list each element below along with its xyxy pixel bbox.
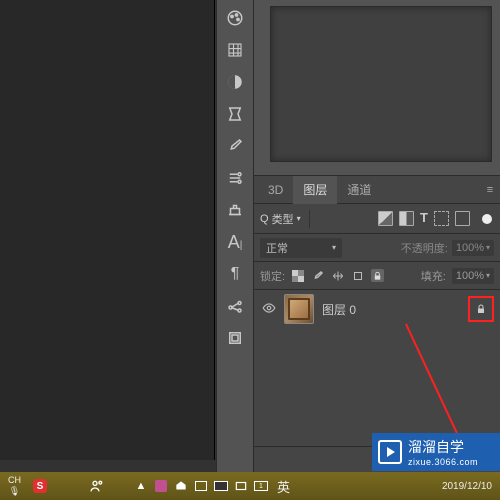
lock-position-icon[interactable] bbox=[331, 269, 344, 282]
filter-adjustment-icon[interactable] bbox=[399, 211, 414, 226]
lock-paint-icon[interactable] bbox=[311, 269, 324, 282]
play-icon bbox=[378, 440, 402, 464]
layers-list: 图层 0 bbox=[254, 290, 500, 446]
libraries-icon[interactable] bbox=[221, 324, 249, 352]
tray-icon-2[interactable] bbox=[153, 478, 169, 494]
opacity-label: 不透明度: bbox=[401, 240, 448, 256]
layer-name: 图层 0 bbox=[322, 301, 356, 318]
people-icon[interactable] bbox=[89, 478, 105, 494]
clone-icon[interactable] bbox=[221, 196, 249, 224]
opacity-value[interactable]: 100%▾ bbox=[452, 240, 494, 256]
brush-icon[interactable] bbox=[221, 132, 249, 160]
visibility-eye-icon[interactable] bbox=[262, 301, 276, 318]
watermark-title: 溜溜自学 bbox=[408, 437, 478, 457]
layer-lock-icon[interactable] bbox=[468, 296, 494, 322]
panel-tabs: 3D 图层 通道 ≡ bbox=[254, 176, 500, 204]
filter-toggle[interactable] bbox=[482, 214, 492, 224]
chevron-down-icon: ▾ bbox=[297, 214, 301, 223]
character-icon[interactable]: A| bbox=[221, 228, 249, 256]
ime-lang: CH bbox=[8, 476, 21, 485]
filter-icons: T bbox=[378, 211, 470, 226]
filter-pixel-icon[interactable] bbox=[378, 211, 393, 226]
tray-icon-6[interactable] bbox=[233, 478, 249, 494]
chevron-down-icon: ▾ bbox=[332, 243, 336, 252]
lock-all-icon[interactable] bbox=[371, 269, 384, 282]
filter-type-icon[interactable]: T bbox=[420, 211, 428, 226]
adjustments-icon[interactable] bbox=[221, 68, 249, 96]
canvas-area[interactable] bbox=[0, 0, 215, 460]
lock-label: 锁定: bbox=[260, 268, 285, 284]
watermark-sub: zixue.3066.com bbox=[408, 457, 478, 467]
lock-artboard-icon[interactable] bbox=[351, 269, 364, 282]
blend-row: 正常 ▾ 不透明度: 100%▾ bbox=[254, 234, 500, 262]
filter-search[interactable]: Q 类型 ▾ bbox=[260, 211, 301, 227]
watermark: 溜溜自学 zixue.3066.com bbox=[372, 433, 500, 471]
tab-3d[interactable]: 3D bbox=[258, 176, 293, 204]
tray-icon-7[interactable]: 1 bbox=[253, 478, 269, 494]
filter-shape-icon[interactable] bbox=[434, 211, 449, 226]
tray-icon-3[interactable] bbox=[173, 478, 189, 494]
lock-transparency-icon[interactable] bbox=[291, 269, 304, 282]
panel-menu-icon[interactable]: ≡ bbox=[480, 184, 500, 196]
preview-canvas bbox=[270, 6, 492, 162]
sogou-icon[interactable]: S bbox=[29, 477, 51, 495]
tab-channels[interactable]: 通道 bbox=[337, 176, 381, 204]
layer-filter-row: Q 类型 ▾ T bbox=[254, 204, 500, 234]
blend-mode-select[interactable]: 正常 ▾ bbox=[260, 238, 342, 258]
fill-value[interactable]: 100%▾ bbox=[452, 268, 494, 284]
ime-mode[interactable]: 英 bbox=[273, 475, 294, 498]
blend-mode-label: 正常 bbox=[266, 240, 288, 256]
taskbar-date[interactable]: 2019/12/10 bbox=[438, 479, 496, 494]
layer-thumbnail[interactable] bbox=[284, 294, 314, 324]
share-icon[interactable] bbox=[221, 292, 249, 320]
swatches-icon[interactable] bbox=[221, 36, 249, 64]
tab-layers[interactable]: 图层 bbox=[293, 176, 337, 204]
paragraph-icon[interactable]: ¶ bbox=[221, 260, 249, 288]
color-icon[interactable] bbox=[221, 4, 249, 32]
right-panel: 3D 图层 通道 ≡ Q 类型 ▾ T 正常 ▾ 不透明度: 100%▾ 锁定: bbox=[254, 0, 500, 472]
tray-icon-4[interactable] bbox=[193, 478, 209, 494]
layer-item[interactable]: 图层 0 bbox=[254, 290, 500, 328]
tray-icon-1[interactable]: ▲ bbox=[133, 478, 149, 494]
filter-kind-label: 类型 bbox=[272, 211, 294, 227]
fill-label: 填充: bbox=[421, 268, 446, 284]
vertical-toolbar: A| ¶ bbox=[216, 0, 254, 472]
filter-smart-icon[interactable] bbox=[455, 211, 470, 226]
lock-row: 锁定: 填充: 100%▾ bbox=[254, 262, 500, 290]
brush-settings-icon[interactable] bbox=[221, 164, 249, 192]
styles-icon[interactable] bbox=[221, 100, 249, 128]
search-prefix: Q bbox=[260, 213, 269, 225]
ime-indicator[interactable]: CH 🎙 bbox=[4, 474, 25, 498]
properties-panel bbox=[254, 6, 500, 176]
taskbar: CH 🎙 S ▲ 1 英 2019/12/10 bbox=[0, 472, 500, 500]
tray-icon-5[interactable] bbox=[213, 478, 229, 494]
